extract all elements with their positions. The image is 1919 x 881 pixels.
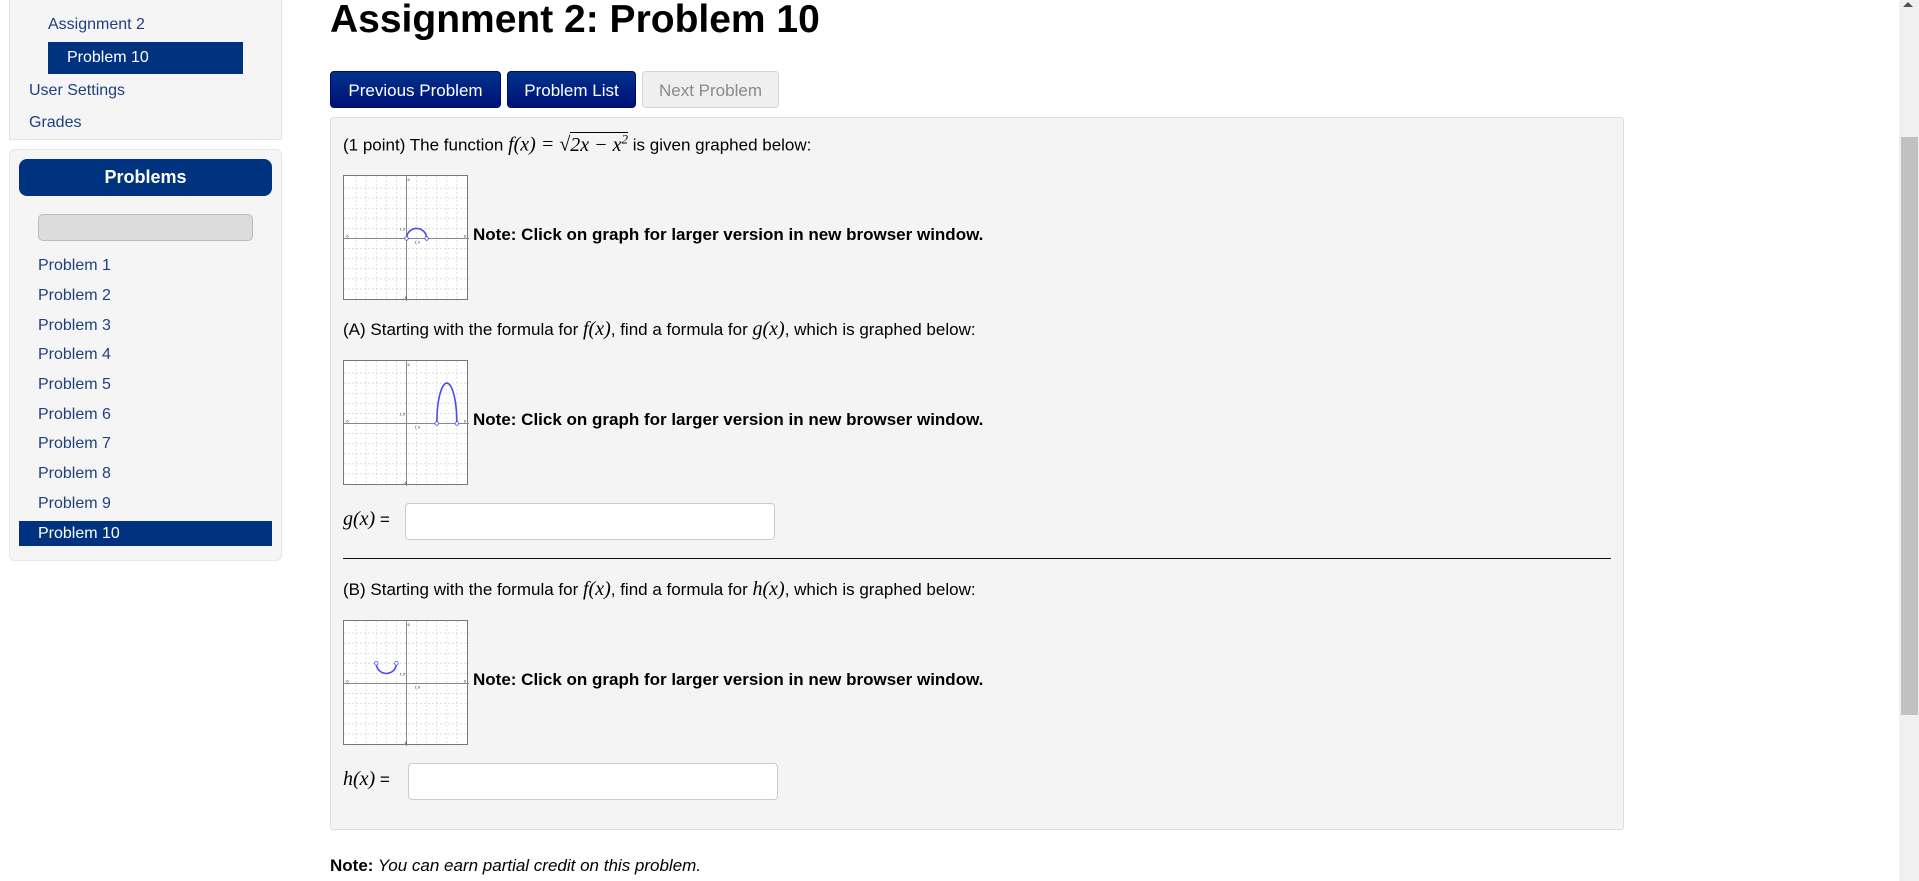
x-tick-label: 1.0 bbox=[415, 425, 421, 430]
page-scrollbar[interactable] bbox=[1899, 0, 1919, 881]
problem-list-item[interactable]: Problem 9 bbox=[38, 492, 111, 516]
x-tick-label: 1.0 bbox=[415, 240, 421, 245]
g-answer-label-fn: g(x) bbox=[343, 508, 376, 530]
part-b-prompt: (B) Starting with the formula for f(x), … bbox=[343, 578, 976, 601]
curve-endpoint bbox=[374, 661, 379, 666]
x-min-label: -6 bbox=[345, 679, 349, 684]
sqrt-radicand: 2x − x2 bbox=[570, 131, 629, 156]
partial-credit-note: Note: You can earn partial credit on thi… bbox=[330, 856, 701, 876]
problem-list-item[interactable]: Problem 7 bbox=[38, 432, 111, 456]
y-min-label: -6 bbox=[404, 295, 408, 300]
section-divider bbox=[343, 558, 1611, 559]
g-answer-label: g(x) = bbox=[343, 508, 390, 531]
y-max-label: 6 bbox=[408, 362, 411, 367]
h-answer-input[interactable] bbox=[408, 763, 778, 800]
scroll-up-arrow-icon[interactable] bbox=[1903, 2, 1913, 7]
problem-list-item[interactable]: Problem 3 bbox=[38, 314, 111, 338]
graph-g-note: Note: Click on graph for larger version … bbox=[473, 410, 984, 429]
part-a-suffix: , which is graphed below: bbox=[784, 320, 976, 339]
problem-list-item[interactable]: Problem 4 bbox=[38, 343, 111, 367]
sidebar-link-assignment[interactable]: Assignment 2 bbox=[48, 16, 145, 34]
part-a-g: g(x) bbox=[752, 318, 785, 340]
y-tick-label: 1.0 bbox=[400, 226, 406, 231]
x-max-label: 6 bbox=[464, 234, 467, 239]
curve-endpoint bbox=[454, 421, 460, 426]
graph-f-note: Note: Click on graph for larger version … bbox=[473, 225, 984, 244]
problem-list-item[interactable]: Problem 8 bbox=[38, 462, 111, 486]
problem-body bbox=[330, 117, 1624, 830]
previous-problem-button[interactable]: Previous Problem bbox=[330, 71, 501, 108]
part-a-mid: , find a formula for bbox=[610, 320, 753, 339]
problem-intro: (1 point) The function f(x) = √2x − x2 i… bbox=[343, 131, 811, 157]
x-tick-label: 1.0 bbox=[415, 685, 421, 690]
radicand-text: 2x − x bbox=[570, 133, 622, 156]
problem-list-item[interactable]: Problem 6 bbox=[38, 403, 111, 427]
h-answer-label-eq: = bbox=[375, 770, 390, 789]
g-answer-label-eq: = bbox=[375, 510, 390, 529]
graph-g-thumbnail[interactable]: 1.0 1.0 -6 6 -6 6 bbox=[343, 360, 469, 486]
y-max-label: 6 bbox=[408, 177, 411, 182]
part-b-suffix: , which is graphed below: bbox=[784, 580, 976, 599]
problem-list-item[interactable]: Problem 5 bbox=[38, 373, 111, 397]
sidebar-link-user-settings[interactable]: User Settings bbox=[29, 82, 125, 100]
graph-h-note: Note: Click on graph for larger version … bbox=[473, 670, 984, 689]
h-answer-label: h(x) = bbox=[343, 768, 390, 791]
note-label: Note: bbox=[330, 856, 374, 875]
curve-endpoint bbox=[394, 661, 399, 666]
y-min-label: -6 bbox=[404, 480, 408, 485]
problem-list-item[interactable]: Problem 2 bbox=[38, 284, 111, 308]
problems-header: Problems bbox=[19, 159, 272, 196]
part-b-f: f(x) bbox=[582, 578, 611, 600]
next-problem-button: Next Problem bbox=[642, 71, 779, 108]
scrollbar-thumb[interactable] bbox=[1901, 137, 1918, 715]
page-title: Assignment 2: Problem 10 bbox=[330, 0, 820, 41]
curve-endpoint bbox=[404, 236, 409, 241]
y-min-label: -6 bbox=[404, 740, 408, 745]
intro-suffix: is given graphed below: bbox=[628, 135, 812, 155]
sidebar-link-grades[interactable]: Grades bbox=[29, 114, 81, 132]
sidebar-link-active-problem[interactable]: Problem 10 bbox=[48, 42, 243, 74]
part-a-prefix: (A) Starting with the formula for bbox=[343, 320, 583, 339]
x-min-label: -6 bbox=[345, 419, 349, 424]
problem-list-item[interactable]: Problem 10 bbox=[19, 521, 272, 546]
g-answer-input[interactable] bbox=[405, 503, 775, 540]
y-max-label: 6 bbox=[408, 622, 411, 627]
function-curve bbox=[375, 663, 398, 675]
h-answer-label-fn: h(x) bbox=[343, 768, 376, 790]
f-definition-lhs: f(x) = bbox=[508, 133, 560, 156]
problem-list-item[interactable]: Problem 1 bbox=[38, 254, 111, 278]
graph-f-thumbnail[interactable]: 1.0 1.0 -6 6 -6 6 bbox=[343, 175, 469, 301]
intro-prefix: (1 point) The function bbox=[343, 135, 509, 155]
progress-bar bbox=[38, 214, 253, 241]
y-tick-label: 1.0 bbox=[400, 411, 406, 416]
graph-h-thumbnail[interactable]: 1.0 1.0 -6 6 -6 6 bbox=[343, 620, 469, 746]
curve-endpoint bbox=[424, 236, 429, 241]
part-a-prompt: (A) Starting with the formula for f(x), … bbox=[343, 318, 976, 341]
x-min-label: -6 bbox=[345, 234, 349, 239]
sqrt-symbol: √ bbox=[559, 133, 571, 156]
note-text: You can earn partial credit on this prob… bbox=[373, 856, 702, 875]
part-b-h: h(x) bbox=[752, 578, 785, 600]
y-tick-label: 1.0 bbox=[400, 671, 406, 676]
part-b-prefix: (B) Starting with the formula for bbox=[343, 580, 583, 599]
problem-list-button[interactable]: Problem List bbox=[507, 71, 636, 108]
part-a-f: f(x) bbox=[582, 318, 611, 340]
x-max-label: 6 bbox=[464, 679, 467, 684]
curve-endpoint bbox=[434, 421, 439, 426]
x-max-label: 6 bbox=[464, 419, 467, 424]
part-b-mid: , find a formula for bbox=[610, 580, 753, 599]
